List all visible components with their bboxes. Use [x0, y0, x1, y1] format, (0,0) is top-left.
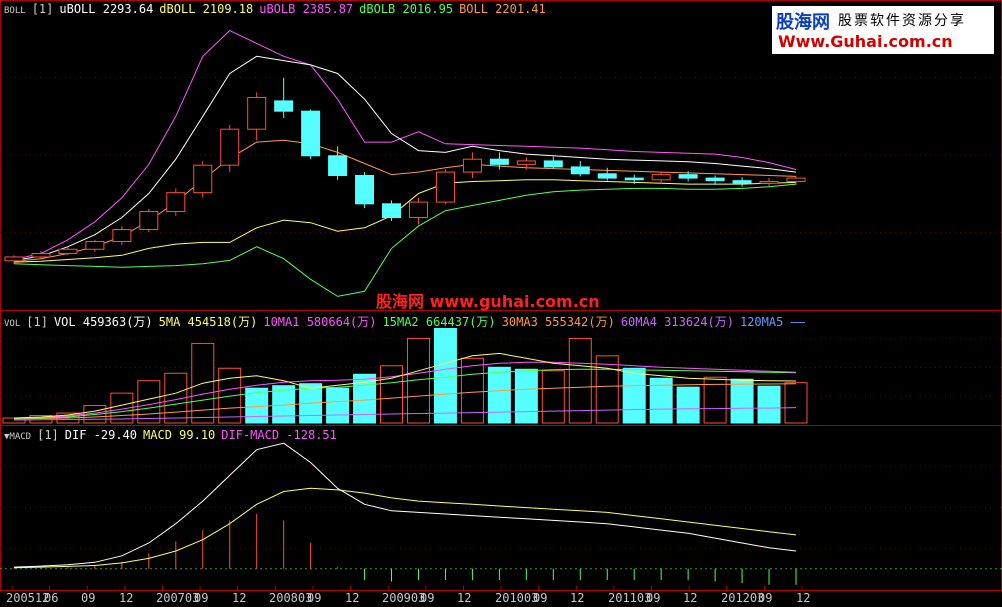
macd-legend-item: DIF -29.40	[64, 428, 138, 442]
x-axis-label: 09	[194, 591, 209, 605]
watermark-text: 股海网 www.guhai.com.cn	[376, 292, 600, 311]
candle-body	[624, 177, 644, 181]
boll-legend-item: uBOLB 2385.87	[259, 2, 354, 16]
x-axis-label: 09	[307, 591, 322, 605]
volume-bar	[595, 355, 619, 424]
candle-body	[31, 253, 51, 258]
candle-body	[759, 181, 779, 184]
candle-body	[462, 158, 482, 173]
volume-bar	[676, 386, 700, 424]
vol-legend-item: 15MA2 664437(万)	[382, 315, 496, 329]
candle-body	[732, 180, 752, 184]
candle-body	[85, 241, 105, 250]
macd-legend: ▼MACD [1] DIF -29.40 MACD 99.10 DIF-MACD -12…	[4, 428, 349, 442]
vol-legend-item: VOL 459363(万)	[53, 315, 153, 329]
x-axis-label: 200703	[156, 591, 200, 605]
vol-legend-item: 60MA4 313624(万)	[620, 315, 734, 329]
volume-bar	[326, 387, 350, 424]
volume-bar	[757, 385, 781, 424]
x-axis-label: 12	[683, 591, 698, 605]
x-axis-label: 06	[44, 591, 59, 605]
candle-body	[382, 203, 402, 219]
candle-body	[651, 174, 671, 181]
x-axis-label: 09	[81, 591, 96, 605]
boll-tag: BOLL	[4, 6, 26, 16]
volume-bar	[137, 380, 161, 424]
vol-legend-item: 10MA1 580664(万)	[263, 315, 377, 329]
x-axis-label: 12	[232, 591, 247, 605]
vol-param[interactable]: [1]	[26, 315, 48, 329]
volume-bar	[487, 366, 511, 424]
candle-body	[570, 166, 590, 175]
uBOLB-line	[13, 30, 797, 260]
volume-bar	[541, 370, 565, 424]
candle-body	[705, 177, 725, 182]
x-axis-label: 12	[119, 591, 134, 605]
vol-legend-item: 120MA5 ——	[739, 315, 806, 329]
vol-legend: VOL [1] VOL 459363(万) 5MA 454518(万) 10MA1 58…	[4, 313, 817, 330]
x-axis-label: 09	[758, 591, 773, 605]
candle-body	[408, 201, 428, 219]
candle-body	[301, 110, 321, 157]
candle-body	[543, 160, 563, 168]
logo-name: 股海网	[776, 12, 830, 33]
candle-body	[489, 158, 509, 165]
vol-legend-item: 30MA3 555342(万)	[501, 315, 615, 329]
candle-body	[516, 160, 536, 165]
candle-body	[678, 174, 698, 179]
volume-bar	[622, 367, 646, 424]
boll-legend: BOLL [1] uBOLL 2293.64 dBOLL 2109.18 uBOLB 2…	[4, 2, 558, 16]
candle-body	[166, 192, 186, 213]
boll-legend-item: dBOLB 2016.95	[359, 2, 454, 16]
x-axis-label: 09	[533, 591, 548, 605]
macd-dea-line	[13, 487, 797, 569]
candle-body	[58, 248, 78, 255]
volume-bar	[730, 378, 754, 424]
logo-slogan: 股票软件资源分享	[838, 13, 966, 29]
x-axis-label: 09	[420, 591, 435, 605]
candle-body	[247, 96, 267, 130]
logo-url: Www.Guhai.com.cn	[778, 32, 953, 51]
x-axis-label: 12	[457, 591, 472, 605]
candle-body	[139, 211, 159, 231]
dBOLL-line	[13, 179, 797, 263]
x-axis-label: 200512	[6, 591, 50, 605]
x-axis-label: 12	[570, 591, 585, 605]
candle-body	[597, 173, 617, 179]
macd-legend-item: MACD 99.10	[143, 428, 216, 442]
candle-body	[355, 175, 375, 205]
site-logo: 股海网 股票软件资源分享 Www.Guhai.com.cn	[772, 6, 994, 54]
candle-body	[193, 164, 213, 194]
candle-body	[4, 256, 24, 262]
macd-param[interactable]: [1]	[37, 428, 59, 442]
candle-body	[786, 177, 806, 183]
x-axis-label: 200803	[269, 591, 313, 605]
BOLL-line	[13, 139, 797, 262]
vol-tag: VOL	[4, 319, 21, 329]
stock-chart-window: BOLL [1] uBOLL 2293.64 dBOLL 2109.18 uBOLB 2…	[0, 0, 1002, 607]
boll-legend-item: uBOLL 2293.64	[59, 2, 154, 16]
x-axis-label: 200903	[382, 591, 426, 605]
x-axis-label: 201003	[495, 591, 539, 605]
volume-bar	[514, 368, 538, 424]
boll-legend-item: BOLL 2201.41	[459, 2, 546, 16]
volume-bar	[460, 357, 484, 424]
x-axis-label: 09	[646, 591, 661, 605]
candle-body	[274, 100, 294, 112]
candle-body	[435, 171, 455, 203]
macd-tag[interactable]: ▼MACD	[4, 432, 31, 442]
volume-bar	[433, 327, 457, 424]
candle-body	[112, 229, 132, 243]
x-axis-label: 201103	[608, 591, 652, 605]
vol-legend-item: 5MA 454518(万)	[158, 315, 258, 329]
volume-bar	[784, 382, 808, 424]
macd-legend-item: DIF-MACD -128.51	[221, 428, 337, 442]
candle-body	[328, 155, 348, 177]
boll-legend-item: dBOLL 2109.18	[159, 2, 254, 16]
x-axis-label: 12	[796, 591, 811, 605]
x-axis-label: 12	[345, 591, 360, 605]
candle-body	[220, 128, 240, 166]
boll-param[interactable]: [1]	[32, 2, 54, 16]
